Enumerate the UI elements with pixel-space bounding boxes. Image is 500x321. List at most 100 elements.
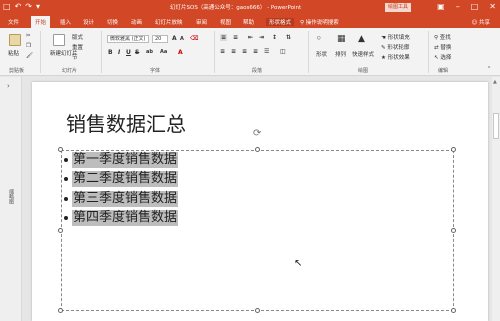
tab-animations[interactable]: 动画: [131, 18, 142, 26]
tab-view[interactable]: 视图: [220, 18, 231, 26]
resize-handle-n[interactable]: [255, 147, 260, 152]
bullet-text[interactable]: 第二季度销售数据: [72, 171, 179, 188]
tab-insert[interactable]: 插入: [60, 18, 71, 26]
collapse-ribbon-icon[interactable]: ⌃: [487, 66, 491, 72]
tab-review[interactable]: 审阅: [196, 18, 207, 26]
strikethrough-icon[interactable]: S: [135, 49, 139, 56]
justify-icon[interactable]: ≡: [253, 48, 258, 55]
new-slide-icon[interactable]: [53, 34, 65, 46]
clear-format-icon[interactable]: ⌫: [190, 35, 198, 42]
smartart-icon[interactable]: ◫: [280, 48, 286, 55]
slide-canvas[interactable]: 销售数据汇总 ⟳ 第一季度销售数据 第二季度销售数据 第三季度销售数据 第四季度…: [32, 82, 488, 321]
resize-handle-ne[interactable]: [451, 147, 456, 152]
resize-handle-e[interactable]: [451, 228, 456, 233]
bullet-text[interactable]: 第四季度销售数据: [72, 210, 179, 227]
reset-button[interactable]: 重置: [72, 43, 83, 51]
quick-styles-button[interactable]: 快速样式: [352, 50, 374, 58]
tab-design[interactable]: 设计: [83, 18, 94, 26]
font-size-dropdown[interactable]: 20: [152, 35, 168, 43]
tab-slideshow[interactable]: 幻灯片放映: [155, 18, 183, 26]
resize-handle-nw[interactable]: [58, 147, 63, 152]
menu-bar: 文件 开始 插入 设计 切换 动画 幻灯片放映 审阅 视图 帮助 形状格式 ⚲ …: [0, 15, 500, 28]
redo-icon[interactable]: ↷: [25, 2, 32, 12]
decrease-indent-icon[interactable]: ⇤: [248, 34, 253, 41]
columns-icon[interactable]: ☰: [264, 48, 269, 55]
text-direction-icon[interactable]: ⇅: [286, 34, 291, 41]
clipboard-group-label: 剪贴板: [9, 68, 25, 74]
grow-font-icon[interactable]: A: [172, 35, 177, 42]
resize-handle-w[interactable]: [58, 228, 63, 233]
list-item: 第三季度销售数据: [64, 189, 179, 209]
resize-handle-s[interactable]: [255, 308, 260, 313]
layout-button[interactable]: 版式: [72, 33, 83, 41]
copy-icon[interactable]: ❐: [26, 43, 31, 49]
thumbnail-rail[interactable]: › 缩略图: [0, 77, 22, 321]
arrange-icon[interactable]: ▦: [337, 34, 346, 44]
select-button[interactable]: ↖ 选择: [434, 53, 451, 61]
tab-shape-format[interactable]: 形状格式: [266, 18, 295, 26]
resize-handle-sw[interactable]: [58, 308, 63, 313]
close-icon[interactable]: ✕: [489, 2, 496, 12]
list-item: 第一季度销售数据: [64, 150, 179, 170]
customize-icon[interactable]: ▾: [36, 2, 40, 12]
line-spacing-icon[interactable]: ↕: [272, 34, 277, 41]
slide-title[interactable]: 销售数据汇总: [66, 108, 186, 137]
bullet-icon: [64, 177, 68, 182]
align-left-icon[interactable]: ≡: [220, 48, 225, 55]
tab-home[interactable]: 开始: [31, 16, 51, 28]
shape-fill-button[interactable]: ☚ 形状填充: [381, 33, 410, 41]
shapes-button[interactable]: 形状: [316, 50, 327, 58]
change-case-icon[interactable]: Aa: [160, 49, 167, 55]
paste-button[interactable]: 粘贴: [8, 49, 19, 57]
bullet-list: 第一季度销售数据 第二季度销售数据 第三季度销售数据 第四季度销售数据: [64, 150, 179, 228]
bold-icon[interactable]: B: [108, 49, 113, 56]
save-icon[interactable]: □: [3, 2, 11, 12]
restore-icon[interactable]: ▣: [437, 2, 445, 12]
align-right-icon[interactable]: ≡: [242, 48, 247, 55]
increase-indent-icon[interactable]: ⇥: [259, 34, 264, 41]
share-button[interactable]: ☺ 共享: [472, 18, 491, 26]
resize-handle-se[interactable]: [451, 308, 456, 313]
quick-access-toolbar: □ ↶ ↷ ▾: [3, 2, 40, 12]
paste-icon[interactable]: [9, 34, 21, 46]
vertical-scrollbar[interactable]: ▲: [492, 77, 500, 321]
drawing-group-label: 绘图: [358, 68, 369, 74]
replace-icon: ⇄: [434, 45, 439, 51]
tab-file[interactable]: 文件: [8, 18, 19, 26]
shape-effects-button[interactable]: ★ 形状效果: [381, 53, 410, 61]
underline-icon[interactable]: U: [126, 49, 131, 56]
drawing-tools-tab[interactable]: 绘图工具: [385, 3, 411, 12]
format-painter-icon[interactable]: 🖌: [26, 53, 33, 59]
numbering-icon[interactable]: ≡: [233, 34, 238, 41]
undo-icon[interactable]: ↶: [15, 2, 22, 12]
scroll-thumb[interactable]: [493, 113, 499, 139]
shrink-font-icon[interactable]: A: [180, 36, 184, 42]
expand-arrow-icon[interactable]: ›: [7, 82, 10, 90]
minimize-icon[interactable]: –: [456, 2, 460, 12]
bullets-icon[interactable]: ≡: [220, 34, 228, 41]
tab-help[interactable]: 帮助: [243, 18, 254, 26]
tell-me-search[interactable]: ⚲ 操作说明搜索: [300, 18, 339, 26]
char-spacing-icon[interactable]: ab: [146, 49, 153, 55]
pen-icon: ✎: [381, 45, 386, 51]
arrange-button[interactable]: 排列: [335, 50, 346, 58]
ribbon: 粘贴 ✂ ❐ 🖌 剪贴板 新建幻灯片 版式 重置 节 幻灯片 微软雅黑 (正文)…: [0, 28, 500, 76]
maximize-icon[interactable]: □: [471, 2, 479, 12]
rotate-handle-icon[interactable]: ⟳: [253, 128, 261, 139]
shape-outline-button[interactable]: ✎ 形状轮廓: [381, 43, 409, 51]
find-button[interactable]: ⚲ 查找: [434, 33, 451, 41]
font-name-dropdown[interactable]: 微软雅黑 (正文): [107, 35, 149, 43]
section-button[interactable]: 节: [72, 53, 78, 61]
replace-button[interactable]: ⇄ 替换: [434, 43, 451, 51]
align-center-icon[interactable]: ≡: [231, 48, 236, 55]
shapes-icon[interactable]: ◦: [316, 34, 322, 44]
bullet-text[interactable]: 第三季度销售数据: [72, 190, 179, 207]
quick-styles-icon[interactable]: ▲: [358, 34, 365, 44]
font-color-icon[interactable]: A: [178, 49, 183, 56]
italic-icon[interactable]: I: [118, 49, 120, 56]
bullet-text[interactable]: 第一季度销售数据: [72, 151, 179, 168]
user-icon: ☺: [471, 20, 478, 26]
tab-transitions[interactable]: 切换: [107, 18, 118, 26]
scroll-up-icon[interactable]: ▲: [493, 79, 497, 85]
cut-icon[interactable]: ✂: [26, 33, 31, 39]
